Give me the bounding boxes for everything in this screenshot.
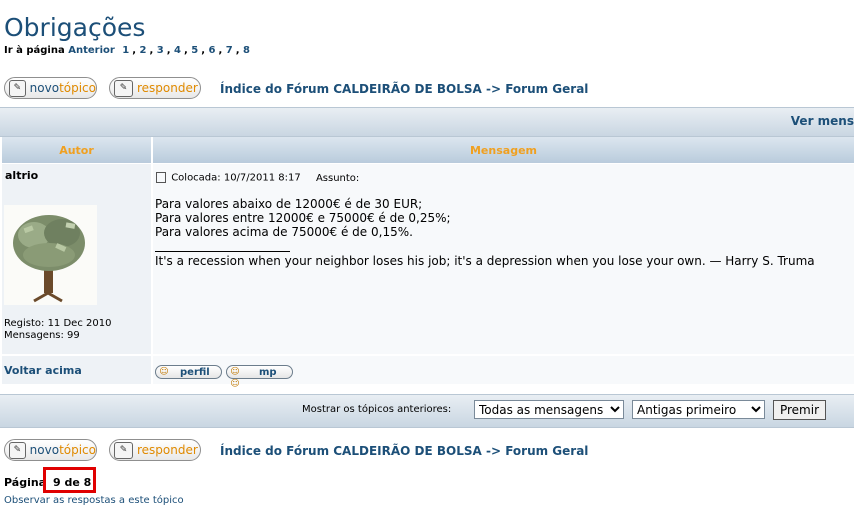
author-stats: Registo: 11 Dec 2010 Mensagens: 99 xyxy=(4,318,111,342)
author-column-header: Autor xyxy=(2,137,151,163)
forum-link[interactable]: Forum Geral xyxy=(505,82,588,96)
goto-label: Ir à página xyxy=(4,45,65,56)
page-link[interactable]: 7 xyxy=(226,45,233,56)
post-author: altrio xyxy=(5,169,39,182)
range-select[interactable]: Todas as mensagens xyxy=(474,400,624,419)
page-link[interactable]: 6 xyxy=(209,45,216,56)
subject-label: Assunto: xyxy=(315,172,360,184)
post-icon: ✎ xyxy=(114,441,133,459)
document-icon: ✎ xyxy=(9,441,26,459)
signature-divider xyxy=(155,251,290,252)
page-link[interactable]: 8 xyxy=(243,45,250,56)
breadcrumb: Índice do Fórum CALDEIRÃO DE BOLSA -> Fo… xyxy=(220,82,589,96)
post-date: Colocada: 10/7/2011 8:17 xyxy=(171,172,301,184)
forum-index-link[interactable]: Índice do Fórum CALDEIRÃO DE BOLSA xyxy=(220,82,482,96)
page-link[interactable]: 4 xyxy=(174,45,181,56)
forum-index-link[interactable]: Índice do Fórum CALDEIRÃO DE BOLSA xyxy=(220,444,482,458)
tree-avatar xyxy=(4,205,97,305)
previous-page-link[interactable]: Anterior xyxy=(68,45,115,56)
profile-button[interactable]: ☺ perfil xyxy=(155,365,222,379)
page-link[interactable]: 1 xyxy=(122,45,129,56)
signature: It's a recession when your neighbor lose… xyxy=(155,254,815,268)
topic-top-bar xyxy=(0,107,854,137)
forum-link[interactable]: Forum Geral xyxy=(505,444,588,458)
new-topic-button[interactable]: ✎ novo tópico xyxy=(4,77,97,99)
watch-topic-link[interactable]: Observar as respostas a este tópico xyxy=(4,495,184,506)
filter-label: Mostrar os tópicos anteriores: xyxy=(302,404,452,415)
post-icon: ✎ xyxy=(114,79,133,97)
page-value: 9 de 8 xyxy=(53,476,92,489)
new-topic-button-bottom[interactable]: ✎ novo tópico xyxy=(4,439,97,461)
message-column-header: Mensagem xyxy=(153,137,854,163)
page-link[interactable]: 3 xyxy=(157,45,164,56)
reply-button-bottom[interactable]: ✎ responder xyxy=(109,439,201,461)
post-line: Para valores abaixo de 12000€ é de 30 EU… xyxy=(155,197,423,211)
page-label: Página xyxy=(4,476,47,489)
reply-button[interactable]: ✎ responder xyxy=(109,77,201,99)
breadcrumb-bottom: Índice do Fórum CALDEIRÃO DE BOLSA -> Fo… xyxy=(220,444,589,458)
pm-button[interactable]: ☺☺ mp xyxy=(226,365,293,389)
message-count: Mensagens: 99 xyxy=(4,330,80,341)
post-line: Para valores acima de 75000€ é de 0,15%. xyxy=(155,225,413,239)
back-to-top-link[interactable]: Voltar acima xyxy=(4,364,82,377)
profile-icon: ☺ xyxy=(159,367,169,377)
document-icon: ✎ xyxy=(9,79,26,97)
page-link[interactable]: 2 xyxy=(140,45,147,56)
page-title[interactable]: Obrigações xyxy=(4,13,145,42)
post-body: Para valores abaixo de 12000€ é de 30 EU… xyxy=(155,197,451,239)
post-icon xyxy=(156,172,166,183)
page-link[interactable]: 5 xyxy=(191,45,198,56)
registered-date: Registo: 11 Dec 2010 xyxy=(4,318,112,329)
order-select[interactable]: Antigas primeiro xyxy=(632,400,765,419)
pagination-top: Ir à página Anterior 1, 2, 3, 4, 5, 6, 7… xyxy=(4,45,251,56)
pm-icon: ☺☺ xyxy=(230,367,240,389)
post-meta: Colocada: 10/7/2011 8:17 Assunto: xyxy=(156,172,359,184)
post-line: Para valores entre 12000€ e 75000€ é de … xyxy=(155,211,451,225)
view-messages-link[interactable]: Ver mens xyxy=(791,114,854,128)
go-button[interactable]: Premir xyxy=(773,400,826,420)
